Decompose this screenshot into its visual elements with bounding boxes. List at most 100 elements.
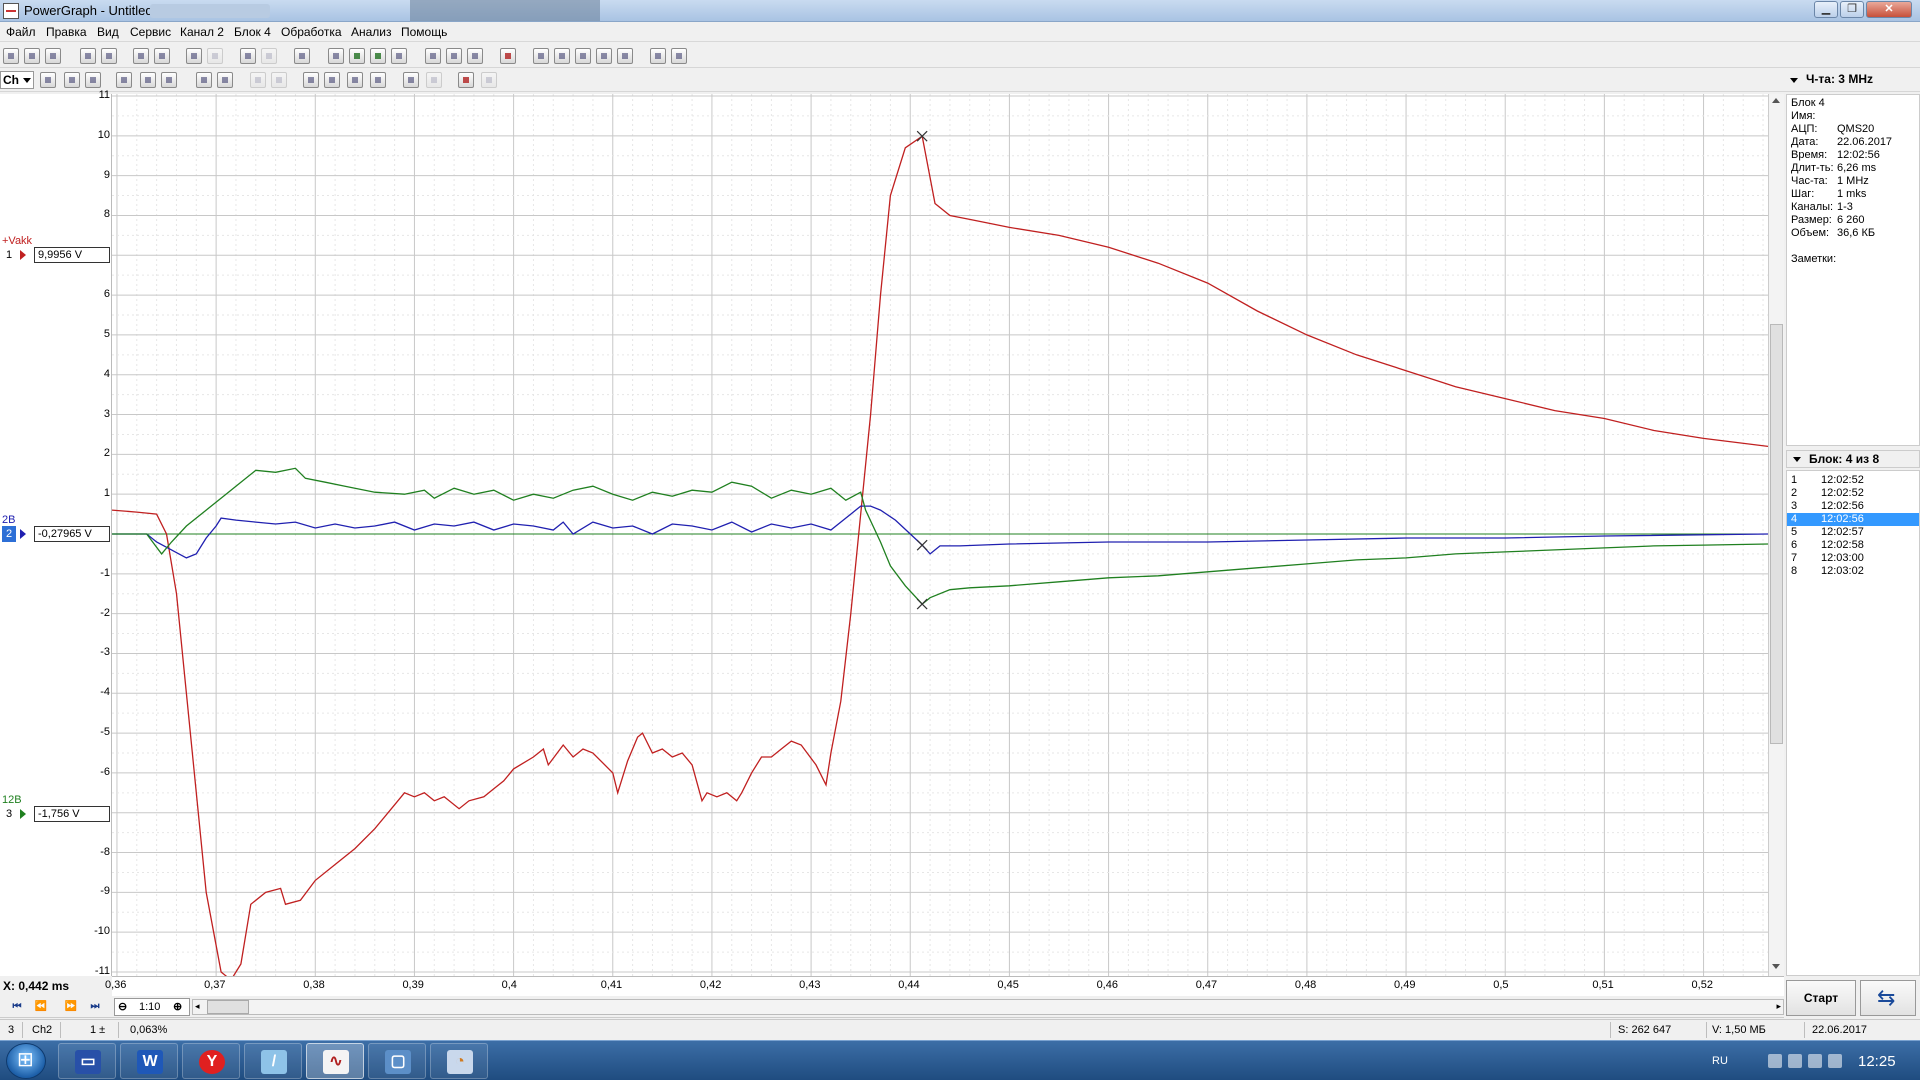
tray-arrow-icon[interactable] [1768, 1054, 1782, 1068]
scroll-up-icon[interactable] [1772, 98, 1780, 103]
block-list-item[interactable]: 8 12:03:02 [1787, 565, 1919, 578]
taskbar-powergraph[interactable]: ∿ [306, 1043, 364, 1079]
horizontal-scrollbar[interactable]: ◂ ▸ [192, 999, 1784, 1015]
histogram-icon[interactable] [575, 48, 591, 64]
offset-icon[interactable] [140, 72, 156, 88]
function-icon[interactable] [500, 48, 516, 64]
time-zoom-control[interactable]: ⊖ 1:10 ⊕ [114, 998, 190, 1016]
autoscale-icon[interactable] [196, 72, 212, 88]
scroll-right-icon[interactable]: ▸ [1776, 1001, 1781, 1012]
save-all-icon[interactable] [101, 48, 117, 64]
zoom-in-icon[interactable]: ⊕ [173, 999, 182, 1015]
scroll-thumb[interactable] [1770, 324, 1783, 744]
menu-file[interactable]: Файл [6, 25, 36, 39]
plot-canvas[interactable] [112, 94, 1768, 976]
channel-dropdown[interactable]: Ch [0, 71, 34, 89]
block-list-item[interactable]: 1 12:02:52 [1787, 474, 1919, 487]
help-icon[interactable] [650, 48, 666, 64]
close-view-icon[interactable] [481, 72, 497, 88]
next-block-icon[interactable]: ⏩ [62, 999, 80, 1015]
zoom-in-icon[interactable] [85, 72, 101, 88]
cursor-icon[interactable] [40, 72, 56, 88]
open-folder-icon[interactable] [45, 48, 61, 64]
scroll-thumb[interactable] [207, 1000, 249, 1014]
record-icon[interactable] [349, 48, 365, 64]
block-selector-header[interactable]: Блок: 4 из 8 [1786, 450, 1920, 468]
play-arrow-icon[interactable] [20, 809, 26, 819]
find-icon[interactable] [328, 48, 344, 64]
tray-language[interactable]: RU [1712, 1055, 1728, 1067]
play-arrow-icon[interactable] [20, 529, 26, 539]
delete-icon[interactable] [458, 72, 474, 88]
marker-icon[interactable] [250, 72, 266, 88]
battery-icon[interactable] [391, 48, 407, 64]
new-file-icon[interactable] [3, 48, 19, 64]
vertical-scrollbar[interactable] [1768, 94, 1784, 976]
zoom-out-icon[interactable] [64, 72, 80, 88]
start-button[interactable]: Старт [1786, 980, 1856, 1016]
overlay-off-icon[interactable] [426, 72, 442, 88]
prev-block-icon[interactable]: ⏪ [32, 999, 50, 1015]
menu-help[interactable]: Помощь [401, 25, 447, 39]
copy-data-icon[interactable] [240, 48, 256, 64]
clipboard-icon[interactable] [294, 48, 310, 64]
spectrum-icon[interactable] [596, 48, 612, 64]
taskbar-explorer[interactable]: ▢ [368, 1043, 426, 1079]
edit-pen-icon[interactable] [425, 48, 441, 64]
menu-edit[interactable]: Правка [46, 25, 87, 39]
table-icon[interactable] [533, 48, 549, 64]
print-icon[interactable] [133, 48, 149, 64]
last-block-icon[interactable]: ⏭ [86, 999, 104, 1015]
block-list-item[interactable]: 2 12:02:52 [1787, 487, 1919, 500]
menu-analysis[interactable]: Анализ [351, 25, 392, 39]
block-list-item[interactable]: 5 12:02:57 [1787, 526, 1919, 539]
paste-block-icon[interactable] [207, 48, 223, 64]
scroll-down-icon[interactable] [1772, 964, 1780, 969]
play-arrow-icon[interactable] [20, 250, 26, 260]
block-list[interactable]: 1 12:02:52 2 12:02:52 3 12:02:56 4 12:02:56 5 12:… [1786, 470, 1920, 976]
menu-block[interactable]: Блок 4 [234, 25, 271, 39]
oscillogram-plot[interactable] [112, 94, 1768, 976]
info-icon[interactable] [671, 48, 687, 64]
vertical-scale-icon[interactable] [116, 72, 132, 88]
taskbar-word[interactable]: W [120, 1043, 178, 1079]
taskbar-yandex[interactable]: Y [182, 1043, 240, 1079]
menu-service[interactable]: Сервис [130, 25, 171, 39]
marker-clear-icon[interactable] [271, 72, 287, 88]
fit-icon[interactable] [161, 72, 177, 88]
next-page-icon[interactable] [347, 72, 363, 88]
sampling-frequency[interactable]: Ч-та: 3 MHz [1806, 72, 1873, 86]
maximize-button[interactable]: ❐ [1840, 1, 1864, 18]
block-list-item[interactable]: 6 12:02:58 [1787, 539, 1919, 552]
tray-flag-icon[interactable] [1788, 1054, 1802, 1068]
taskbar-save-app[interactable]: ▭ [58, 1043, 116, 1079]
block-list-item[interactable]: 3 12:02:56 [1787, 500, 1919, 513]
taskbar-notepad[interactable]: / [244, 1043, 302, 1079]
prev-page-icon[interactable] [324, 72, 340, 88]
zoom-icon[interactable] [554, 48, 570, 64]
zoom-out-icon[interactable]: ⊖ [118, 999, 127, 1015]
menu-view[interactable]: Вид [97, 25, 119, 39]
save-icon[interactable] [80, 48, 96, 64]
autoscale-all-icon[interactable] [217, 72, 233, 88]
chevron-down-icon[interactable] [1793, 457, 1801, 462]
first-block-icon[interactable]: ⏮ [8, 999, 26, 1015]
taskbar-paint[interactable]: ◔ [430, 1043, 488, 1079]
menu-processing[interactable]: Обработка [281, 25, 342, 39]
windows-start-icon[interactable] [6, 1043, 46, 1079]
last-page-icon[interactable] [370, 72, 386, 88]
analysis-icon[interactable] [617, 48, 633, 64]
paste-data-icon[interactable] [261, 48, 277, 64]
tray-network-icon[interactable] [1808, 1054, 1822, 1068]
first-page-icon[interactable] [303, 72, 319, 88]
close-button[interactable]: ✕ [1866, 1, 1912, 18]
chevron-down-icon[interactable] [1790, 78, 1798, 83]
check-icon[interactable] [467, 48, 483, 64]
print-preview-icon[interactable] [154, 48, 170, 64]
copy-block-icon[interactable] [186, 48, 202, 64]
scroll-left-icon[interactable]: ◂ [195, 1001, 200, 1012]
overlay-icon[interactable] [403, 72, 419, 88]
menu-channel[interactable]: Канал 2 [180, 25, 224, 39]
open-file-icon[interactable] [24, 48, 40, 64]
tray-clock[interactable]: 12:25 [1858, 1053, 1896, 1070]
